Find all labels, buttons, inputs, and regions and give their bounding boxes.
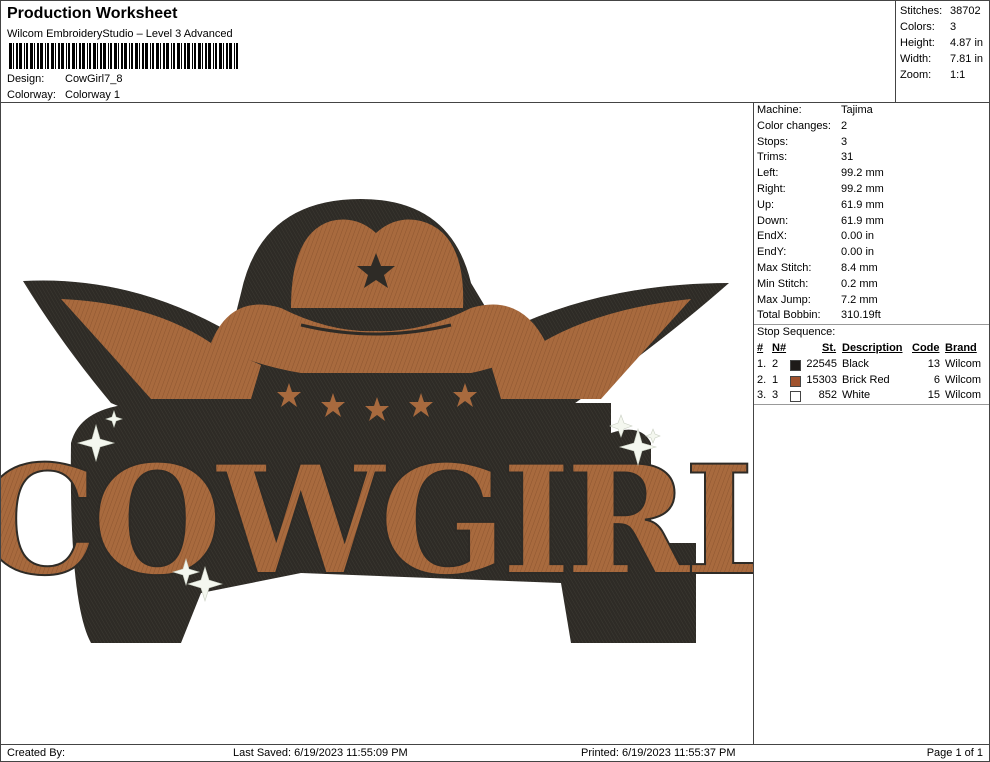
machine-info-panel: Machine: Tajima Color changes: 2 Stops: 3 T…	[754, 103, 989, 406]
stop-code: 15	[927, 389, 940, 402]
barcode	[9, 43, 238, 69]
info-row: EndX: 0.00 in	[757, 230, 875, 243]
footer: Created By: Last Saved: 6/19/2023 11:55:…	[1, 744, 989, 762]
stat-height: Height: 4.87 in	[900, 37, 984, 49]
printed-date: Printed: 6/19/2023 11:55:37 PM	[581, 747, 736, 759]
info-row: Total Bobbin: 310.19ft	[757, 309, 881, 322]
last-saved: Last Saved: 6/19/2023 11:55:09 PM	[233, 747, 408, 759]
info-row: Min Stitch: 0.2 mm	[757, 277, 878, 290]
page-number: Page 1 of 1	[926, 747, 983, 759]
stop-brand: Wilcom	[945, 389, 982, 402]
stop-st: 852	[818, 389, 837, 402]
production-worksheet: Production Worksheet Wilcom EmbroiderySt…	[0, 0, 990, 762]
stop-brand: Wilcom	[945, 357, 982, 370]
color-swatch	[790, 359, 801, 371]
stop-sequence-table: # N# St. Description Code Brand 1. 2 22545…	[754, 341, 989, 406]
color-swatch	[790, 391, 801, 403]
info-row: EndY: 0.00 in	[757, 246, 875, 259]
stop-brand: Wilcom	[945, 373, 982, 386]
stop-n: 1	[772, 373, 779, 386]
info-row: Trims: 31	[757, 151, 854, 164]
stop-sequence-title: Stop Sequence:	[754, 324, 989, 341]
stop-sequence-header: # N# St. Description Code Brand	[757, 341, 977, 354]
design-preview: COWGIRL	[1, 103, 754, 744]
stop-num: 3.	[757, 389, 767, 402]
info-row: Max Stitch: 8.4 mm	[757, 261, 878, 274]
info-row: Machine: Tajima	[757, 104, 873, 116]
cowgirl-lettering: COWGIRL	[1, 433, 753, 609]
info-row: Max Jump: 7.2 mm	[757, 293, 878, 306]
machine-info-list: Machine: Tajima Color changes: 2 Stops: 3 T…	[754, 103, 989, 324]
stats-panel: Stitches: 38702 Colors: 3 Height: 4.87 in W…	[895, 1, 990, 103]
stop-code: 13	[927, 357, 940, 370]
design-label: Design:	[7, 73, 45, 85]
stat-colors: Colors: 3	[900, 21, 957, 33]
created-by: Created By:	[7, 747, 66, 759]
stop-code: 6	[933, 373, 940, 386]
stat-zoom: Zoom: 1:1	[900, 69, 966, 81]
info-row: Right: 99.2 mm	[757, 182, 884, 195]
stop-n: 3	[772, 389, 779, 402]
stop-n: 2	[772, 357, 779, 370]
stat-stitches: Stitches: 38702	[900, 5, 981, 17]
software-name: Wilcom EmbroideryStudio – Level 3 Advanc…	[7, 28, 233, 40]
stop-sequence-rows: 1. 2 22545 Black 13 Wilcom 2. 1 15303 Brick Red 6 W…	[754, 357, 989, 404]
info-row: Color changes: 2	[757, 119, 848, 132]
worksheet-header: Production Worksheet Wilcom EmbroiderySt…	[1, 1, 895, 103]
stop-desc: White	[842, 389, 871, 402]
stop-row: 3. 3 852 White 15 Wilcom	[754, 388, 989, 404]
info-row: Left: 99.2 mm	[757, 167, 884, 180]
page-title: Production Worksheet	[7, 5, 178, 22]
stop-desc: Black	[842, 357, 869, 370]
colorway-value: Colorway 1	[65, 89, 121, 101]
stop-st: 15303	[806, 373, 837, 386]
color-swatch	[790, 375, 801, 387]
stop-row: 2. 1 15303 Brick Red 6 Wilcom	[754, 373, 989, 389]
cowgirl-embroidery-image: COWGIRL	[1, 199, 753, 643]
stop-num: 1.	[757, 357, 767, 370]
colorway-label: Colorway:	[7, 89, 56, 101]
info-row: Up: 61.9 mm	[757, 198, 884, 211]
stop-st: 22545	[806, 357, 837, 370]
design-row: Design: CowGirl7_8	[7, 73, 122, 85]
info-row: Down: 61.9 mm	[757, 214, 884, 227]
stop-desc: Brick Red	[842, 373, 890, 386]
colorway-row: Colorway: Colorway 1	[7, 89, 120, 101]
info-row: Stops: 3	[757, 135, 848, 148]
design-value: CowGirl7_8	[65, 73, 123, 85]
stat-width: Width: 7.81 in	[900, 53, 984, 65]
stop-row: 1. 2 22545 Black 13 Wilcom	[754, 357, 989, 373]
stop-num: 2.	[757, 373, 767, 386]
